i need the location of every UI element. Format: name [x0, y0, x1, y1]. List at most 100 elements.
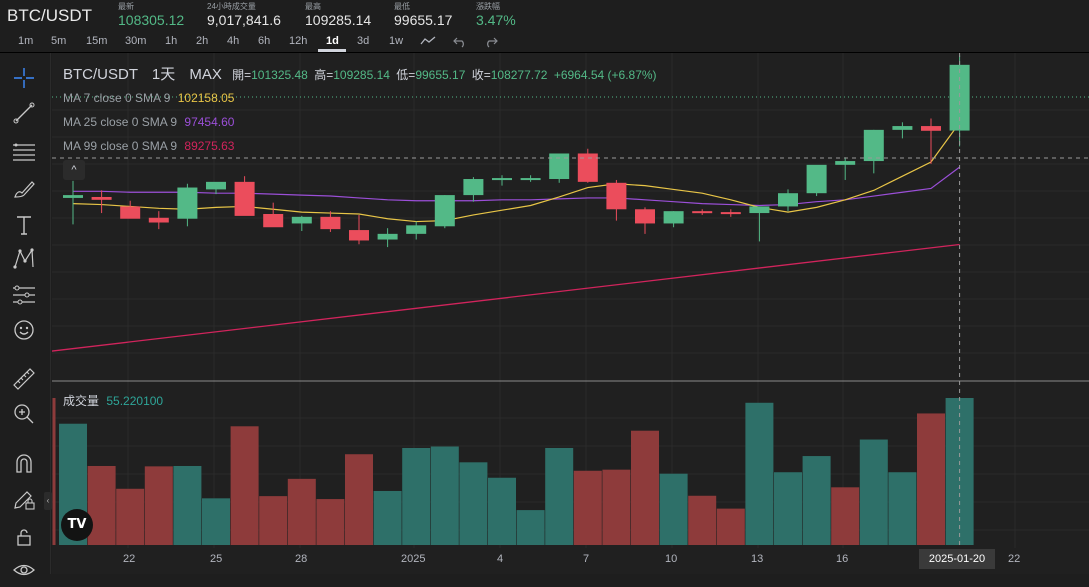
text-icon[interactable]: [12, 213, 36, 237]
emoji-icon[interactable]: [12, 318, 36, 342]
timeframe-1w[interactable]: 1w: [389, 35, 403, 47]
volume-bar: [287, 478, 316, 545]
volume-bar: [716, 508, 745, 545]
x-tick-label: 4: [497, 553, 504, 565]
legend-interval: 1天: [151, 66, 176, 83]
tradingview-logo[interactable]: TV: [61, 509, 93, 541]
stat-low-label: 最低: [394, 2, 410, 11]
open-value: 101325.48: [251, 68, 308, 82]
timeframe-bar: 1m 5m 15m 30m 1h 2h 4h 6h 12h 1d 3d 1w: [0, 32, 1089, 53]
ma25-value: 97454.60: [184, 115, 235, 129]
candle-body: [520, 178, 541, 181]
magnet-icon[interactable]: [12, 452, 36, 476]
volume-bar: [316, 499, 345, 545]
timeframe-1h[interactable]: 1h: [165, 35, 177, 47]
volume-bar: [917, 413, 945, 545]
change-value: +6964.54 (+6.87%): [553, 68, 657, 82]
timeframe-30m[interactable]: 30m: [125, 35, 146, 47]
volume-bar: [573, 470, 602, 545]
brush-icon[interactable]: [12, 177, 36, 201]
crosshair-icon[interactable]: [12, 66, 36, 90]
ma99-legend[interactable]: MA 99 close 0 SMA 9 89275.63: [63, 139, 234, 153]
ma25-legend[interactable]: MA 25 close 0 SMA 9 97454.60: [63, 115, 234, 129]
volume-bar: [430, 446, 459, 545]
volume-bar: [459, 462, 488, 545]
x-tick-label: 22: [1008, 553, 1021, 565]
x-tick-label: 25: [210, 553, 223, 565]
timeframe-4h[interactable]: 4h: [227, 35, 239, 47]
volume-bar: [87, 465, 116, 545]
price-chart[interactable]: [52, 53, 1089, 574]
timeframe-12h[interactable]: 12h: [289, 35, 307, 47]
candle-body: [320, 216, 341, 230]
timeframe-1m[interactable]: 1m: [18, 35, 33, 47]
stat-change-label: 漲跌幅: [476, 2, 500, 11]
volume-bar: [144, 466, 173, 545]
legend-collapse-button[interactable]: ^: [63, 160, 85, 180]
stat-volume-label: 24小時成交量: [207, 2, 256, 11]
candle-body: [663, 211, 684, 224]
timeframe-2h[interactable]: 2h: [196, 35, 208, 47]
ma99-label: MA 99 close 0 SMA 9: [63, 139, 178, 153]
volume-bar: [888, 472, 917, 545]
candle-body: [749, 206, 770, 214]
candle-body: [120, 206, 141, 219]
undo-icon[interactable]: [453, 34, 467, 51]
volume-bar: [516, 510, 545, 545]
candle-body: [892, 126, 913, 130]
ma7-value: 102158.05: [177, 91, 235, 105]
volume-bar: [259, 496, 288, 545]
timeframe-15m[interactable]: 15m: [86, 35, 107, 47]
trend-line-icon[interactable]: [12, 101, 36, 125]
redo-icon[interactable]: [484, 34, 498, 51]
volume-bar: [545, 447, 574, 545]
crosshair-date-label: 2025-01-20: [919, 549, 995, 569]
volume-bar: [802, 456, 831, 545]
candle-body: [234, 181, 255, 216]
stat-last-label: 最新: [118, 2, 134, 11]
x-tick-label: 22: [123, 553, 136, 565]
ma7-legend[interactable]: MA 7 close 0 SMA 9 102158.05: [63, 91, 234, 105]
x-tick-label: 28: [295, 553, 308, 565]
ma25-line: [73, 166, 960, 207]
lock-icon[interactable]: [12, 525, 36, 549]
ruler-icon[interactable]: [12, 367, 36, 391]
candle-body: [406, 225, 427, 234]
pattern-icon[interactable]: [12, 247, 36, 271]
stat-change-value: 3.47%: [476, 12, 516, 28]
timeframe-5m[interactable]: 5m: [51, 35, 66, 47]
candle-body: [720, 212, 741, 215]
prediction-icon[interactable]: [12, 283, 36, 307]
candle-body: [63, 195, 83, 198]
ma25-label: MA 25 close 0 SMA 9: [63, 115, 178, 129]
legend-symbol: BTC/USDT: [63, 66, 138, 83]
timeframe-1d[interactable]: 1d: [326, 35, 339, 47]
volume-bar: [173, 465, 202, 545]
candle-body: [291, 216, 312, 224]
volume-bar: [402, 447, 431, 545]
stat-low-value: 99655.17: [394, 12, 453, 28]
ma7-label: MA 7 close 0 SMA 9: [63, 91, 171, 105]
low-value: 99655.17: [415, 68, 466, 82]
x-tick-label: 13: [751, 553, 764, 565]
volume-bar: [230, 426, 259, 545]
timeframe-3d[interactable]: 3d: [357, 35, 369, 47]
stat-high-label: 最高: [305, 2, 321, 11]
close-value: 108277.72: [490, 68, 548, 82]
timeframe-6h[interactable]: 6h: [258, 35, 270, 47]
stat-volume-value: 9,017,841.6: [207, 12, 281, 28]
edit-lock-icon[interactable]: [12, 487, 36, 511]
high-label: 高=: [314, 68, 334, 82]
toolbar-collapse-button[interactable]: ‹: [44, 492, 52, 510]
volume-legend: 成交量 55.220100: [63, 392, 163, 409]
symbol-title[interactable]: BTC/USDT: [7, 6, 92, 26]
eye-icon[interactable]: [12, 558, 36, 582]
volume-value: 55.220100: [106, 394, 164, 408]
legend-title-row: BTC/USDT 1天 MAX 開=101325.48 高=109285.14 …: [63, 63, 657, 84]
volume-label: 成交量: [63, 394, 100, 408]
candle-body: [377, 233, 398, 240]
zoom-in-icon[interactable]: [12, 402, 36, 426]
fib-icon[interactable]: [12, 139, 36, 163]
close-label: 收=: [471, 68, 491, 82]
line-style-icon[interactable]: [420, 34, 436, 51]
